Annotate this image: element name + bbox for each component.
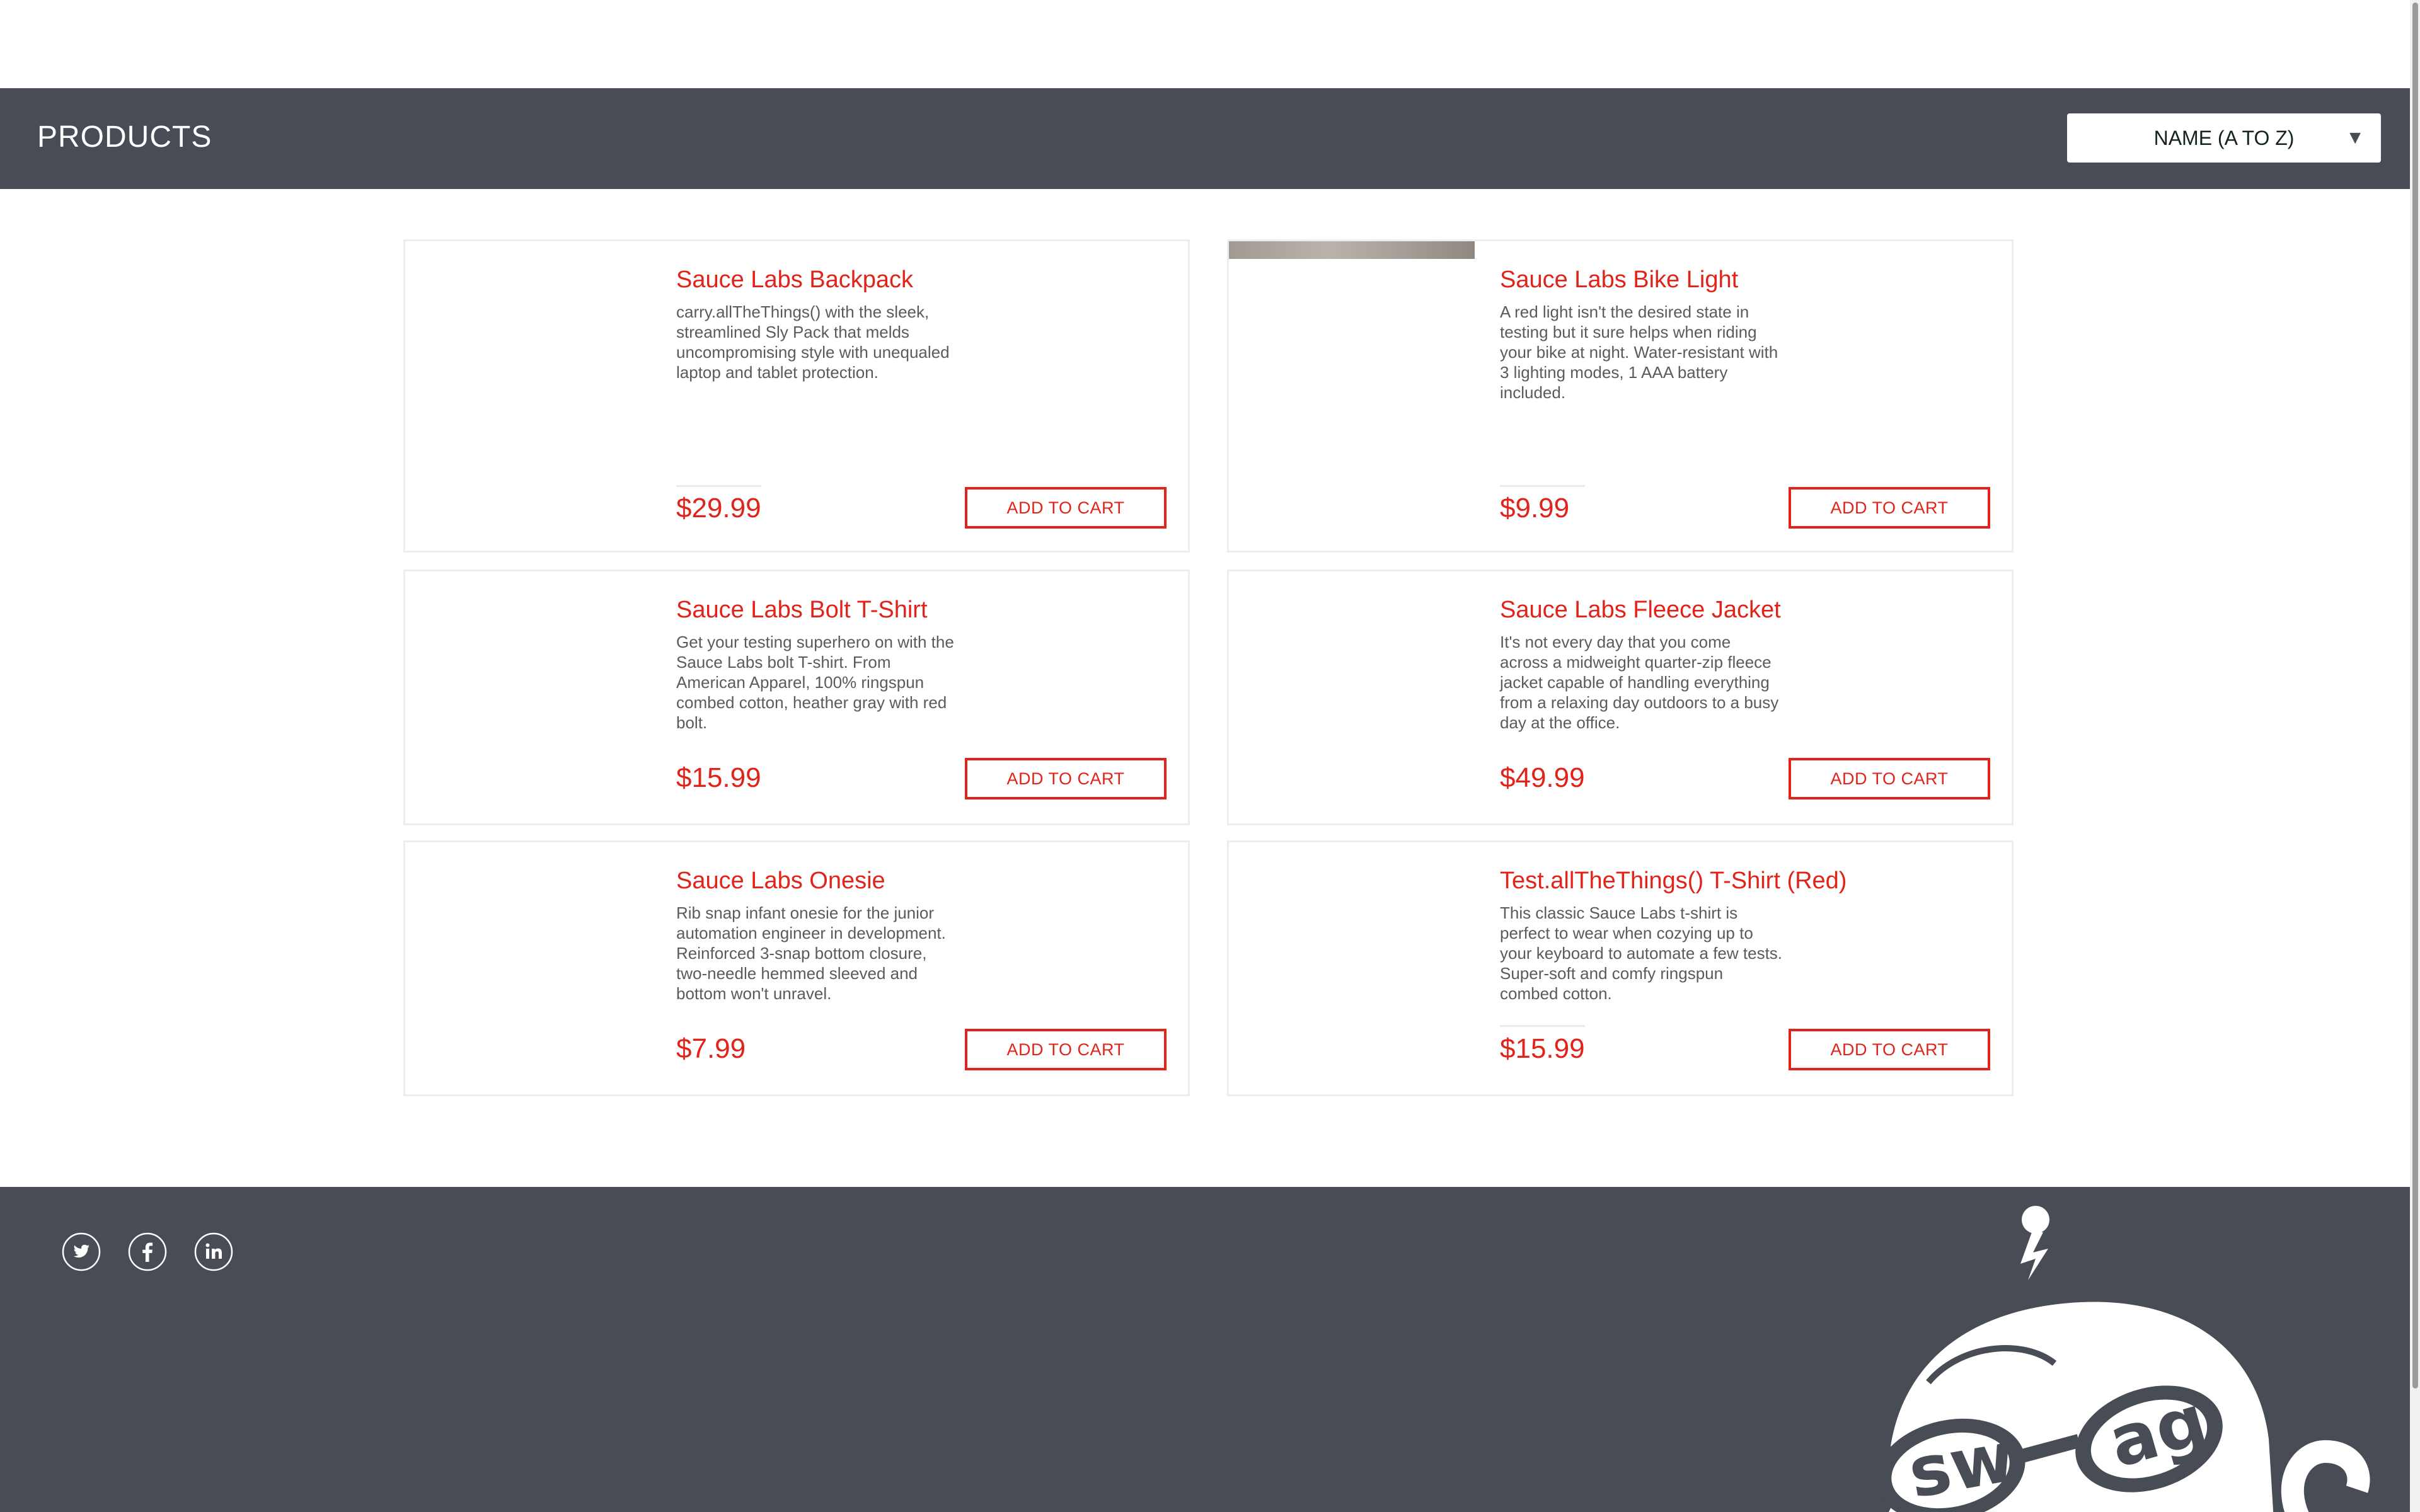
product-price: $29.99 (676, 493, 761, 524)
inventory-item: Sauce Labs Bike Light A red light isn't … (1227, 239, 2014, 553)
scrollbar-thumb[interactable] (2412, 3, 2418, 1389)
product-description: carry.allTheThings() with the sleek, str… (676, 302, 950, 382)
product-price: $15.99 (1500, 1033, 1585, 1064)
product-name-link[interactable]: Sauce Labs Bolt T-Shirt (676, 595, 1168, 624)
product-name-link[interactable]: Test.allTheThings() T-Shirt (Red) (1500, 866, 1991, 895)
product-image[interactable] (1229, 241, 1475, 259)
linkedin-icon[interactable] (194, 1232, 233, 1271)
sort-dropdown[interactable]: NAME (A TO Z) ▼ (2067, 113, 2381, 163)
facebook-icon[interactable] (128, 1232, 167, 1271)
page-title: PRODUCTS (37, 120, 212, 154)
top-bar (0, 0, 2410, 88)
swag-robot-logo: sw ag (1876, 1206, 2370, 1512)
inventory-list: Sauce Labs Backpack carry.allTheThings()… (403, 239, 2017, 1096)
inventory-item: Sauce Labs Backpack carry.allTheThings()… (403, 239, 1190, 553)
inventory-item: Sauce Labs Onesie Rib snap infant onesie… (403, 840, 1190, 1096)
sort-selected-value: NAME (A TO Z) (2153, 127, 2295, 149)
price-divider (1500, 1025, 1585, 1027)
add-to-cart-button[interactable]: ADD TO CART (965, 487, 1167, 529)
twitter-icon[interactable] (62, 1232, 101, 1271)
product-price: $9.99 (1500, 493, 1570, 524)
inventory-item: Test.allTheThings() T-Shirt (Red) This c… (1227, 840, 2014, 1096)
product-description: Get your testing superhero on with the S… (676, 633, 954, 732)
product-price: $49.99 (1500, 762, 1585, 793)
footer: sw ag (0, 1187, 2410, 1512)
price-divider (1500, 485, 1585, 487)
product-description: A red light isn't the desired state in t… (1500, 302, 1778, 402)
inventory-page: PRODUCTS NAME (A TO Z) ▼ Sauce Labs Back… (0, 0, 2420, 1512)
inventory-item: Sauce Labs Bolt T-Shirt Get your testing… (403, 570, 1190, 825)
product-description: It's not every day that you come across … (1500, 633, 1779, 732)
add-to-cart-button[interactable]: ADD TO CART (1789, 487, 1990, 529)
product-description: This classic Sauce Labs t-shirt is perfe… (1500, 903, 1783, 1003)
add-to-cart-button[interactable]: ADD TO CART (1789, 758, 1990, 799)
product-name-link[interactable]: Sauce Labs Onesie (676, 866, 1168, 895)
product-name-link[interactable]: Sauce Labs Backpack (676, 265, 1168, 294)
inventory-item: Sauce Labs Fleece Jacket It's not every … (1227, 570, 2014, 825)
product-description: Rib snap infant onesie for the junior au… (676, 903, 946, 1003)
add-to-cart-button[interactable]: ADD TO CART (965, 758, 1167, 799)
add-to-cart-button[interactable]: ADD TO CART (1789, 1029, 1990, 1070)
product-price: $15.99 (676, 762, 761, 793)
product-name-link[interactable]: Sauce Labs Fleece Jacket (1500, 595, 1991, 624)
secondary-header: PRODUCTS NAME (A TO Z) ▼ (0, 88, 2410, 189)
add-to-cart-button[interactable]: ADD TO CART (965, 1029, 1167, 1070)
price-divider (676, 485, 761, 487)
product-price: $7.99 (676, 1033, 746, 1064)
triangle-down-icon: ▼ (2346, 127, 2365, 148)
product-name-link[interactable]: Sauce Labs Bike Light (1500, 265, 1991, 294)
